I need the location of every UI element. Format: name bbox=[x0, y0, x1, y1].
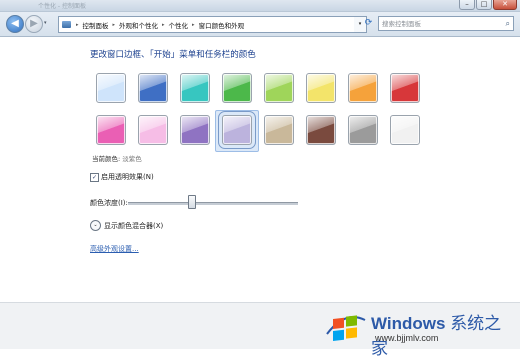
color-swatch-chocolate[interactable] bbox=[306, 115, 336, 145]
breadcrumb-personalization[interactable]: 个性化 bbox=[169, 20, 189, 30]
back-arrow-icon: ◀ bbox=[11, 18, 19, 29]
search-icon[interactable]: ⌕ bbox=[506, 17, 510, 31]
windows-logo-icon bbox=[326, 315, 366, 341]
color-swatch-taupe[interactable] bbox=[264, 115, 294, 145]
breadcrumb-control-panel[interactable]: 控制面板 bbox=[83, 20, 109, 30]
control-panel-icon bbox=[62, 21, 71, 28]
color-swatch-sea[interactable] bbox=[180, 73, 210, 103]
breadcrumb-separator[interactable]: ▸ bbox=[162, 22, 165, 28]
transparency-option[interactable]: ✓ 启用透明效果(N) bbox=[90, 172, 154, 182]
minimize-button[interactable]: – bbox=[459, 0, 475, 10]
breadcrumb-window-color[interactable]: 窗口颜色和外观 bbox=[199, 20, 245, 30]
color-mixer-toggle[interactable]: ⌄ 显示颜色混合器(X) bbox=[90, 220, 163, 231]
intensity-slider-thumb[interactable] bbox=[187, 195, 196, 209]
back-button[interactable]: ◀ bbox=[6, 15, 24, 33]
window-controls: – □ ✕ bbox=[459, 0, 517, 10]
watermark-url: www.bjjmlv.com bbox=[375, 333, 439, 343]
search-placeholder: 搜索控制面板 bbox=[382, 20, 421, 28]
current-color-label: 当前颜色: bbox=[92, 155, 121, 163]
color-swatch-lemon[interactable] bbox=[306, 73, 336, 103]
address-bar[interactable]: ▸ 控制面板 ▸ 外观和个性化 ▸ 个性化 ▸ 窗口颜色和外观 bbox=[58, 16, 355, 33]
window-title: 个性化 - 控制面板 bbox=[38, 3, 86, 10]
intensity-slider-track[interactable] bbox=[128, 202, 298, 205]
close-button[interactable]: ✕ bbox=[493, 0, 517, 10]
navigation-bar: ◀ ▶ ▾ ▸ 控制面板 ▸ 外观和个性化 ▸ 个性化 ▸ 窗口颜色和外观 ▾ … bbox=[0, 12, 520, 37]
color-swatch-slate[interactable] bbox=[348, 115, 378, 145]
title-bar: 个性化 - 控制面板 – □ ✕ bbox=[0, 0, 520, 12]
transparency-label: 启用透明效果(N) bbox=[101, 173, 154, 181]
chevron-down-icon[interactable]: ⌄ bbox=[90, 220, 101, 231]
search-box[interactable]: 搜索控制面板 ⌕ bbox=[378, 16, 514, 31]
watermark: Windows 系统之家 www.bjjmlv.com bbox=[321, 307, 516, 358]
watermark-brand-en: Windows bbox=[371, 314, 446, 333]
forward-arrow-icon: ▶ bbox=[30, 18, 38, 29]
breadcrumb-separator[interactable]: ▸ bbox=[113, 22, 116, 28]
color-swatch-orange[interactable] bbox=[348, 73, 378, 103]
forward-button[interactable]: ▶ bbox=[25, 15, 43, 33]
recent-pages-dropdown[interactable]: ▾ bbox=[44, 20, 47, 26]
color-swatch-lime[interactable] bbox=[264, 73, 294, 103]
footer-bar: Windows 系统之家 www.bjjmlv.com bbox=[0, 302, 520, 358]
breadcrumb-separator[interactable]: ▸ bbox=[192, 22, 195, 28]
color-swatch-fuchsia[interactable] bbox=[96, 115, 126, 145]
color-mixer-label: 显示颜色混合器(X) bbox=[104, 221, 164, 230]
color-swatch-lavender[interactable] bbox=[218, 111, 256, 149]
color-swatch-frost[interactable] bbox=[390, 115, 420, 145]
breadcrumb-appearance[interactable]: 外观和个性化 bbox=[119, 20, 158, 30]
page-heading: 更改窗口边框、「开始」菜单和任务栏的颜色 bbox=[90, 50, 256, 60]
color-swatch-blush[interactable] bbox=[138, 115, 168, 145]
current-color: 当前颜色: 淡紫色 bbox=[92, 153, 142, 163]
color-swatch-violet[interactable] bbox=[180, 115, 210, 145]
breadcrumb-separator[interactable]: ▸ bbox=[76, 22, 79, 28]
transparency-checkbox[interactable]: ✓ bbox=[90, 172, 99, 182]
refresh-icon[interactable]: ⟳ bbox=[361, 16, 376, 31]
maximize-button[interactable]: □ bbox=[476, 0, 492, 10]
advanced-appearance-link[interactable]: 高级外观设置... bbox=[90, 244, 139, 254]
current-color-value: 淡紫色 bbox=[122, 155, 142, 163]
color-swatch-ruby[interactable] bbox=[390, 73, 420, 103]
color-swatch-sky[interactable] bbox=[96, 73, 126, 103]
intensity-label: 颜色浓度(I): bbox=[90, 199, 128, 207]
color-swatch-twilight[interactable] bbox=[138, 73, 168, 103]
main-content: 更改窗口边框、「开始」菜单和任务栏的颜色 当前颜色: 淡紫色 ✓ 启用透明效果(N… bbox=[0, 37, 520, 302]
color-swatch-leaf[interactable] bbox=[222, 73, 252, 103]
